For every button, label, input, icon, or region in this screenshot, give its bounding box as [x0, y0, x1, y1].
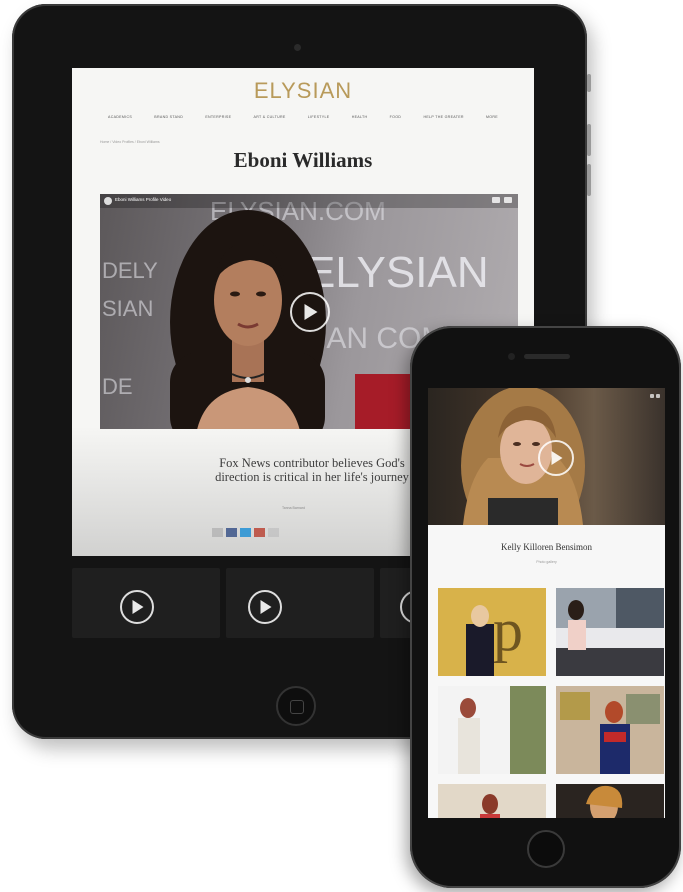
play-circle-icon[interactable]: [120, 590, 154, 624]
phone-speaker: [524, 354, 570, 359]
tablet-side-button: [587, 74, 591, 92]
profile-subtitle: Photo gallery: [536, 560, 557, 564]
nav-item-food[interactable]: FOOD: [390, 115, 402, 119]
nav-item-enterprise[interactable]: ENTERPRISE: [205, 115, 231, 119]
article-tagline: Fox News contributor believes God's dire…: [215, 456, 409, 484]
watch-later-icon[interactable]: [492, 197, 500, 203]
share-count-icon: [212, 528, 223, 537]
nav-item-art-culture[interactable]: ART & CULTURE: [254, 115, 286, 119]
nav-item-more[interactable]: MORE: [486, 115, 498, 119]
tablet-volume-down-button: [587, 164, 591, 196]
watch-later-icon[interactable]: [650, 394, 654, 398]
video-thumbnail[interactable]: [226, 568, 374, 638]
nav-item-academics[interactable]: ACADEMICS: [108, 115, 132, 119]
twitter-icon[interactable]: [240, 528, 251, 537]
share-icon[interactable]: [656, 394, 660, 398]
video-top-bar: Eboni Williams Profile Video: [100, 194, 518, 208]
tablet-camera: [294, 44, 301, 51]
site-navigation: ACADEMICS BRAND STAND ENTERPRISE ART & C…: [108, 115, 498, 119]
gallery-photo[interactable]: [556, 784, 664, 818]
gallery-photo[interactable]: [556, 686, 664, 774]
gallery-photo[interactable]: [556, 588, 664, 676]
video-title[interactable]: Eboni Williams Profile Video: [115, 197, 171, 202]
page-title: Eboni Williams: [233, 148, 373, 172]
hero-video[interactable]: [428, 388, 665, 525]
video-thumbnail[interactable]: [72, 568, 220, 638]
wall-text: DE: [102, 374, 133, 399]
phone-camera: [508, 353, 515, 360]
gallery-photo[interactable]: [438, 784, 546, 818]
nav-item-brand-stand[interactable]: BRAND STAND: [154, 115, 183, 119]
play-circle-icon[interactable]: [290, 292, 330, 332]
tablet-home-button[interactable]: [276, 686, 316, 726]
google-plus-icon[interactable]: [254, 528, 265, 537]
phone-device: Kelly Killoren Bensimon Photo gallery p: [410, 326, 681, 888]
site-logo[interactable]: ELYSIAN: [72, 78, 534, 104]
tablet-volume-up-button: [587, 124, 591, 156]
play-circle-icon[interactable]: [538, 440, 574, 476]
svg-text:p: p: [493, 597, 523, 663]
share-icon[interactable]: [504, 197, 512, 203]
article-byline: Tanna Barnard: [282, 506, 305, 510]
profile-name: Kelly Killoren Bensimon: [501, 542, 592, 552]
phone-home-button[interactable]: [527, 830, 565, 868]
channel-avatar-icon: [104, 197, 112, 205]
gallery-photo[interactable]: [438, 686, 546, 774]
breadcrumb[interactable]: Home / Video Profiles / Eboni Williams: [100, 140, 160, 144]
nav-item-help[interactable]: HELP THE GREATER: [423, 115, 463, 119]
phone-screen: Kelly Killoren Bensimon Photo gallery p: [428, 388, 665, 818]
gallery-photo[interactable]: p: [438, 588, 546, 676]
more-share-icon[interactable]: [268, 528, 279, 537]
nav-item-health[interactable]: HEALTH: [352, 115, 368, 119]
play-circle-icon[interactable]: [248, 590, 282, 624]
share-buttons: [212, 528, 279, 537]
facebook-icon[interactable]: [226, 528, 237, 537]
hero-controls: [650, 394, 660, 398]
nav-item-lifestyle[interactable]: LIFESTYLE: [308, 115, 330, 119]
